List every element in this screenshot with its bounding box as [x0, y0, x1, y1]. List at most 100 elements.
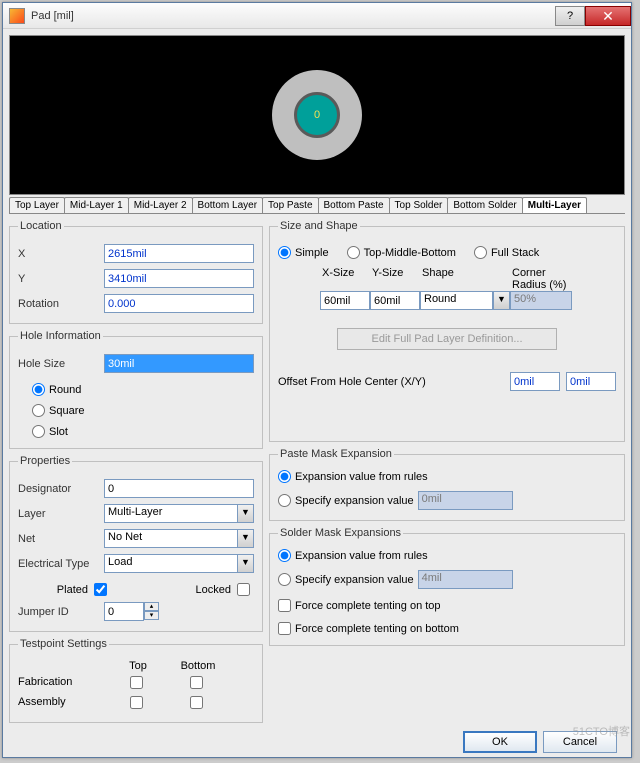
hole-size-input[interactable]: [104, 354, 254, 373]
paste-value-input: 0mil: [418, 491, 513, 510]
solder-rules-radio[interactable]: [278, 549, 291, 562]
pad-preview: 0: [9, 35, 625, 195]
paste-mask-group: Paste Mask Expansion Expansion value fro…: [269, 448, 625, 521]
solder-value-input: 4mil: [418, 570, 513, 589]
tp-top-header: Top: [108, 660, 168, 672]
offset-x-input[interactable]: [510, 372, 560, 391]
offset-y-input[interactable]: [566, 372, 616, 391]
tp-fab-bottom[interactable]: [190, 676, 203, 689]
tab-top-paste[interactable]: Top Paste: [262, 197, 318, 213]
help-button[interactable]: ?: [555, 6, 585, 26]
size-shape-legend: Size and Shape: [278, 220, 360, 232]
solder-specify-radio[interactable]: [278, 573, 291, 586]
tab-top-solder[interactable]: Top Solder: [389, 197, 449, 213]
hole-round-radio[interactable]: [32, 383, 45, 396]
hole-legend: Hole Information: [18, 330, 103, 342]
fullstack-radio[interactable]: [474, 246, 487, 259]
net-combo[interactable]: No Net: [104, 529, 237, 548]
xsize-input[interactable]: [320, 291, 370, 310]
tent-bottom-checkbox[interactable]: [278, 622, 291, 635]
solder-specify-label: Specify expansion value: [295, 574, 414, 586]
shape-combo[interactable]: Round: [420, 291, 493, 310]
close-button[interactable]: ✕: [585, 6, 631, 26]
size-shape-group: Size and Shape Simple Top-Middle-Bottom …: [269, 220, 625, 442]
tab-bottom-paste[interactable]: Bottom Paste: [318, 197, 390, 213]
hole-round-label: Round: [49, 384, 81, 396]
solder-rules-label: Expansion value from rules: [295, 550, 428, 562]
location-group: Location X Y Rotation: [9, 220, 263, 324]
location-legend: Location: [18, 220, 64, 232]
hole-square-label: Square: [49, 405, 84, 417]
paste-rules-label: Expansion value from rules: [295, 471, 428, 483]
tent-top-label: Force complete tenting on top: [295, 600, 441, 612]
paste-specify-label: Specify expansion value: [295, 495, 414, 507]
hole-size-label: Hole Size: [18, 358, 104, 370]
tab-top-layer[interactable]: Top Layer: [9, 197, 65, 213]
paste-specify-radio[interactable]: [278, 494, 291, 507]
tent-top-checkbox[interactable]: [278, 599, 291, 612]
y-input[interactable]: [104, 269, 254, 288]
hole-slot-label: Slot: [49, 426, 68, 438]
etype-combo[interactable]: Load: [104, 554, 237, 573]
properties-legend: Properties: [18, 455, 72, 467]
hole-square-radio[interactable]: [32, 404, 45, 417]
hole-slot-radio[interactable]: [32, 425, 45, 438]
tp-asm-label: Assembly: [18, 696, 108, 712]
etype-combo-drop[interactable]: ▼: [237, 554, 254, 573]
tp-fab-top[interactable]: [130, 676, 143, 689]
shape-combo-drop[interactable]: ▼: [493, 291, 510, 310]
testpoint-group: Testpoint Settings TopBottom Fabrication…: [9, 638, 263, 723]
tab-bottom-solder[interactable]: Bottom Solder: [447, 197, 522, 213]
edit-full-button: Edit Full Pad Layer Definition...: [337, 328, 557, 350]
corner-input: 50%: [510, 291, 572, 310]
titlebar[interactable]: Pad [mil] ? ✕: [3, 3, 631, 29]
rotation-input[interactable]: [104, 294, 254, 313]
corner-header: Corner Radius (%): [510, 267, 572, 291]
etype-label: Electrical Type: [18, 558, 104, 570]
net-combo-drop[interactable]: ▼: [237, 529, 254, 548]
tent-bottom-label: Force complete tenting on bottom: [295, 623, 459, 635]
layer-tabs: Top Layer Mid-Layer 1 Mid-Layer 2 Bottom…: [9, 197, 625, 214]
fullstack-label: Full Stack: [491, 247, 539, 259]
rotation-label: Rotation: [18, 298, 104, 310]
tp-asm-top[interactable]: [130, 696, 143, 709]
pad-outer-shape: 0: [272, 70, 362, 160]
designator-label: Designator: [18, 483, 104, 495]
net-label: Net: [18, 533, 104, 545]
tab-multi-layer[interactable]: Multi-Layer: [522, 197, 587, 213]
designator-input[interactable]: [104, 479, 254, 498]
ok-button[interactable]: OK: [463, 731, 537, 753]
pad-hole: 0: [294, 92, 340, 138]
tab-mid-layer-1[interactable]: Mid-Layer 1: [64, 197, 129, 213]
offset-label: Offset From Hole Center (X/Y): [278, 376, 504, 388]
layer-label: Layer: [18, 508, 104, 520]
x-input[interactable]: [104, 244, 254, 263]
jumper-down[interactable]: ▾: [144, 611, 159, 620]
tp-asm-bottom[interactable]: [190, 696, 203, 709]
x-label: X: [18, 248, 104, 260]
jumper-input[interactable]: [104, 602, 144, 621]
tab-bottom-layer[interactable]: Bottom Layer: [192, 197, 263, 213]
pad-designator-preview: 0: [314, 109, 320, 121]
layer-combo[interactable]: Multi-Layer: [104, 504, 237, 523]
paste-rules-radio[interactable]: [278, 470, 291, 483]
locked-checkbox[interactable]: [237, 583, 250, 596]
tab-mid-layer-2[interactable]: Mid-Layer 2: [128, 197, 193, 213]
tp-fab-label: Fabrication: [18, 676, 108, 692]
ysize-input[interactable]: [370, 291, 420, 310]
testpoint-legend: Testpoint Settings: [18, 638, 109, 650]
window-title: Pad [mil]: [31, 10, 555, 22]
plated-checkbox[interactable]: [94, 583, 107, 596]
jumper-label: Jumper ID: [18, 606, 104, 618]
tmb-radio[interactable]: [347, 246, 360, 259]
simple-radio[interactable]: [278, 246, 291, 259]
solder-mask-group: Solder Mask Expansions Expansion value f…: [269, 527, 625, 646]
tp-bottom-header: Bottom: [168, 660, 228, 672]
ysize-header: Y-Size: [370, 267, 420, 291]
app-icon: [9, 8, 25, 24]
xsize-header: X-Size: [320, 267, 370, 291]
hole-group: Hole Information Hole Size Round Square …: [9, 330, 263, 449]
layer-combo-drop[interactable]: ▼: [237, 504, 254, 523]
solder-mask-legend: Solder Mask Expansions: [278, 527, 403, 539]
jumper-up[interactable]: ▴: [144, 602, 159, 611]
